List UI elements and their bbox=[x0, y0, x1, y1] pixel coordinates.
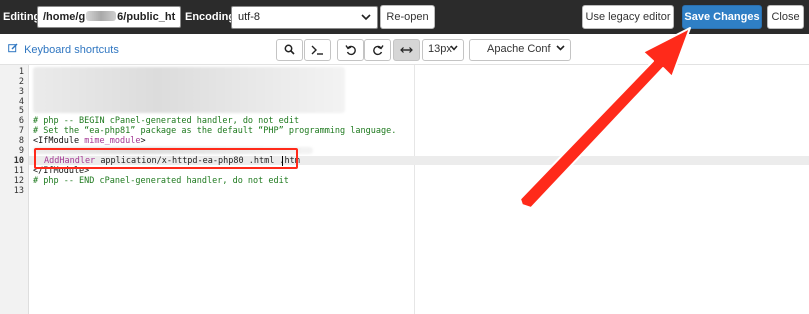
editor-header-bar: Editing: /home/g 6/public_ht Encoding: ut… bbox=[0, 0, 809, 34]
encoding-select[interactable]: utf-8 bbox=[231, 6, 378, 29]
tag-open: <IfModule bbox=[33, 136, 80, 146]
undo-icon bbox=[344, 45, 357, 59]
code-line-6: # php -- BEGIN cPanel-generated handler,… bbox=[33, 116, 300, 126]
line-number: 9 bbox=[18, 146, 24, 156]
use-legacy-editor-button[interactable]: Use legacy editor bbox=[582, 5, 674, 29]
chevron-down-icon bbox=[361, 12, 371, 25]
redacted-code-block bbox=[33, 67, 345, 113]
line-number: 13 bbox=[13, 186, 24, 196]
line-number: 5 bbox=[18, 106, 24, 116]
wrap-toggle-icon bbox=[400, 45, 413, 57]
print-margin bbox=[414, 65, 415, 314]
file-editor-window: Editing: /home/g 6/public_ht Encoding: ut… bbox=[0, 0, 809, 314]
wrap-toggle-button[interactable] bbox=[393, 39, 420, 61]
line-number: 2 bbox=[18, 77, 24, 87]
terminal-icon bbox=[311, 45, 324, 58]
line-number: 6 bbox=[18, 116, 24, 126]
redo-icon bbox=[372, 45, 384, 59]
font-size-value: 13px bbox=[428, 43, 452, 55]
code-line-7: # Set the “ea-php81” package as the defa… bbox=[33, 126, 397, 136]
keyboard-shortcuts-label: Keyboard shortcuts bbox=[24, 44, 119, 56]
goto-line-button[interactable] bbox=[304, 39, 331, 61]
editor-mode-value: Apache Conf bbox=[487, 43, 551, 55]
line-number: 11 bbox=[13, 166, 24, 176]
file-path-suffix: 6/public_ht bbox=[117, 11, 176, 23]
search-button[interactable] bbox=[276, 39, 303, 61]
tag-close: > bbox=[140, 136, 146, 146]
line-number: 3 bbox=[18, 87, 24, 97]
chevron-down-icon bbox=[556, 43, 565, 56]
file-path-prefix: /home/g bbox=[43, 11, 86, 23]
editor-toolbar: Keyboard shortcuts 13px Apache Conf bbox=[0, 34, 809, 65]
close-button[interactable]: Close bbox=[767, 5, 804, 29]
line-number: 10 bbox=[13, 156, 24, 166]
search-icon bbox=[284, 44, 295, 58]
edit-icon bbox=[8, 43, 19, 56]
editor-mode-select[interactable]: Apache Conf bbox=[469, 39, 571, 61]
code-line-8: <IfModule mime_module> bbox=[33, 136, 146, 146]
module-name: mime_module bbox=[84, 136, 141, 146]
code-editor[interactable]: 1 2 3 4 5 6 7 8 9 10 11 12 13 # php -- BEGIN cPanel-… bbox=[0, 65, 809, 314]
line-number: 7 bbox=[18, 126, 24, 136]
line-number: 8 bbox=[18, 136, 24, 146]
chevron-down-icon bbox=[450, 43, 458, 56]
line-number: 1 bbox=[18, 67, 24, 77]
keyboard-shortcuts-link[interactable]: Keyboard shortcuts bbox=[8, 43, 119, 56]
line-number: 12 bbox=[13, 176, 24, 186]
encoding-value: utf-8 bbox=[238, 11, 261, 23]
code-line-12: # php -- END cPanel-generated handler, d… bbox=[33, 176, 289, 186]
undo-button[interactable] bbox=[337, 39, 364, 61]
redo-button[interactable] bbox=[364, 39, 391, 61]
annotation-highlight-box bbox=[34, 148, 298, 169]
redacted-username bbox=[86, 11, 117, 21]
reopen-button[interactable]: Re-open bbox=[380, 5, 435, 29]
save-changes-button[interactable]: Save Changes bbox=[682, 5, 762, 29]
font-size-select[interactable]: 13px bbox=[422, 39, 464, 61]
file-path-field[interactable]: /home/g 6/public_ht bbox=[37, 6, 181, 28]
